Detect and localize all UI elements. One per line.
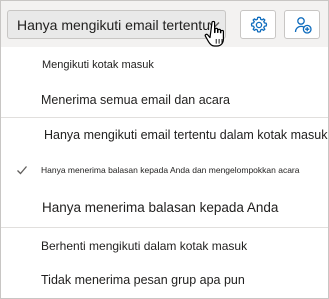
menu-item-label: Menerima semua email dan acara	[41, 93, 230, 107]
checkmark-icon	[17, 166, 27, 175]
menu-divider	[1, 227, 328, 228]
menu-item-label: Mengikuti kotak masuk	[42, 59, 154, 71]
menu-item-label: Hanya mengikuti email tertentu dalam kot…	[44, 128, 328, 142]
menu-item-receive-all[interactable]: Menerima semua email dan acara	[1, 85, 328, 115]
menu-item-follow-specific[interactable]: Hanya mengikuti email tertentu dalam kot…	[1, 121, 328, 151]
person-add-icon	[294, 17, 312, 34]
follow-mode-dropdown[interactable]: Hanya mengikuti email tertentu	[7, 10, 226, 39]
follow-mode-dropdown-value: Hanya mengikuti email tertentu	[17, 17, 210, 33]
menu-item-follow-inbox[interactable]: Mengikuti kotak masuk	[1, 51, 328, 79]
menu-item-label: Hanya menerima balasan kepada Anda dan m…	[41, 165, 300, 175]
follow-options-menu: Mengikuti kotak masuk Menerima semua ema…	[1, 47, 328, 298]
menu-item-label: Tidak menerima pesan grup apa pun	[41, 273, 245, 287]
menu-item-replies-and-events[interactable]: Hanya menerima balasan kepada Anda dan m…	[1, 155, 328, 185]
menu-item-unfollow[interactable]: Berhenti mengikuti dalam kotak masuk	[1, 231, 328, 261]
gear-icon	[250, 16, 268, 33]
menu-item-label: Berhenti mengikuti dalam kotak masuk	[41, 239, 248, 253]
follow-settings-panel: Hanya mengikuti email tertentu Mengikuti…	[0, 0, 329, 299]
menu-item-no-group-messages[interactable]: Tidak menerima pesan grup apa pun	[1, 267, 328, 297]
menu-item-label: Hanya menerima balasan kepada Anda	[42, 200, 279, 215]
settings-button[interactable]	[240, 10, 276, 39]
add-follower-button[interactable]	[284, 10, 320, 39]
toolbar: Hanya mengikuti email tertentu	[1, 1, 328, 47]
menu-item-replies-only[interactable]: Hanya menerima balasan kepada Anda	[1, 192, 328, 224]
menu-divider	[1, 117, 328, 118]
